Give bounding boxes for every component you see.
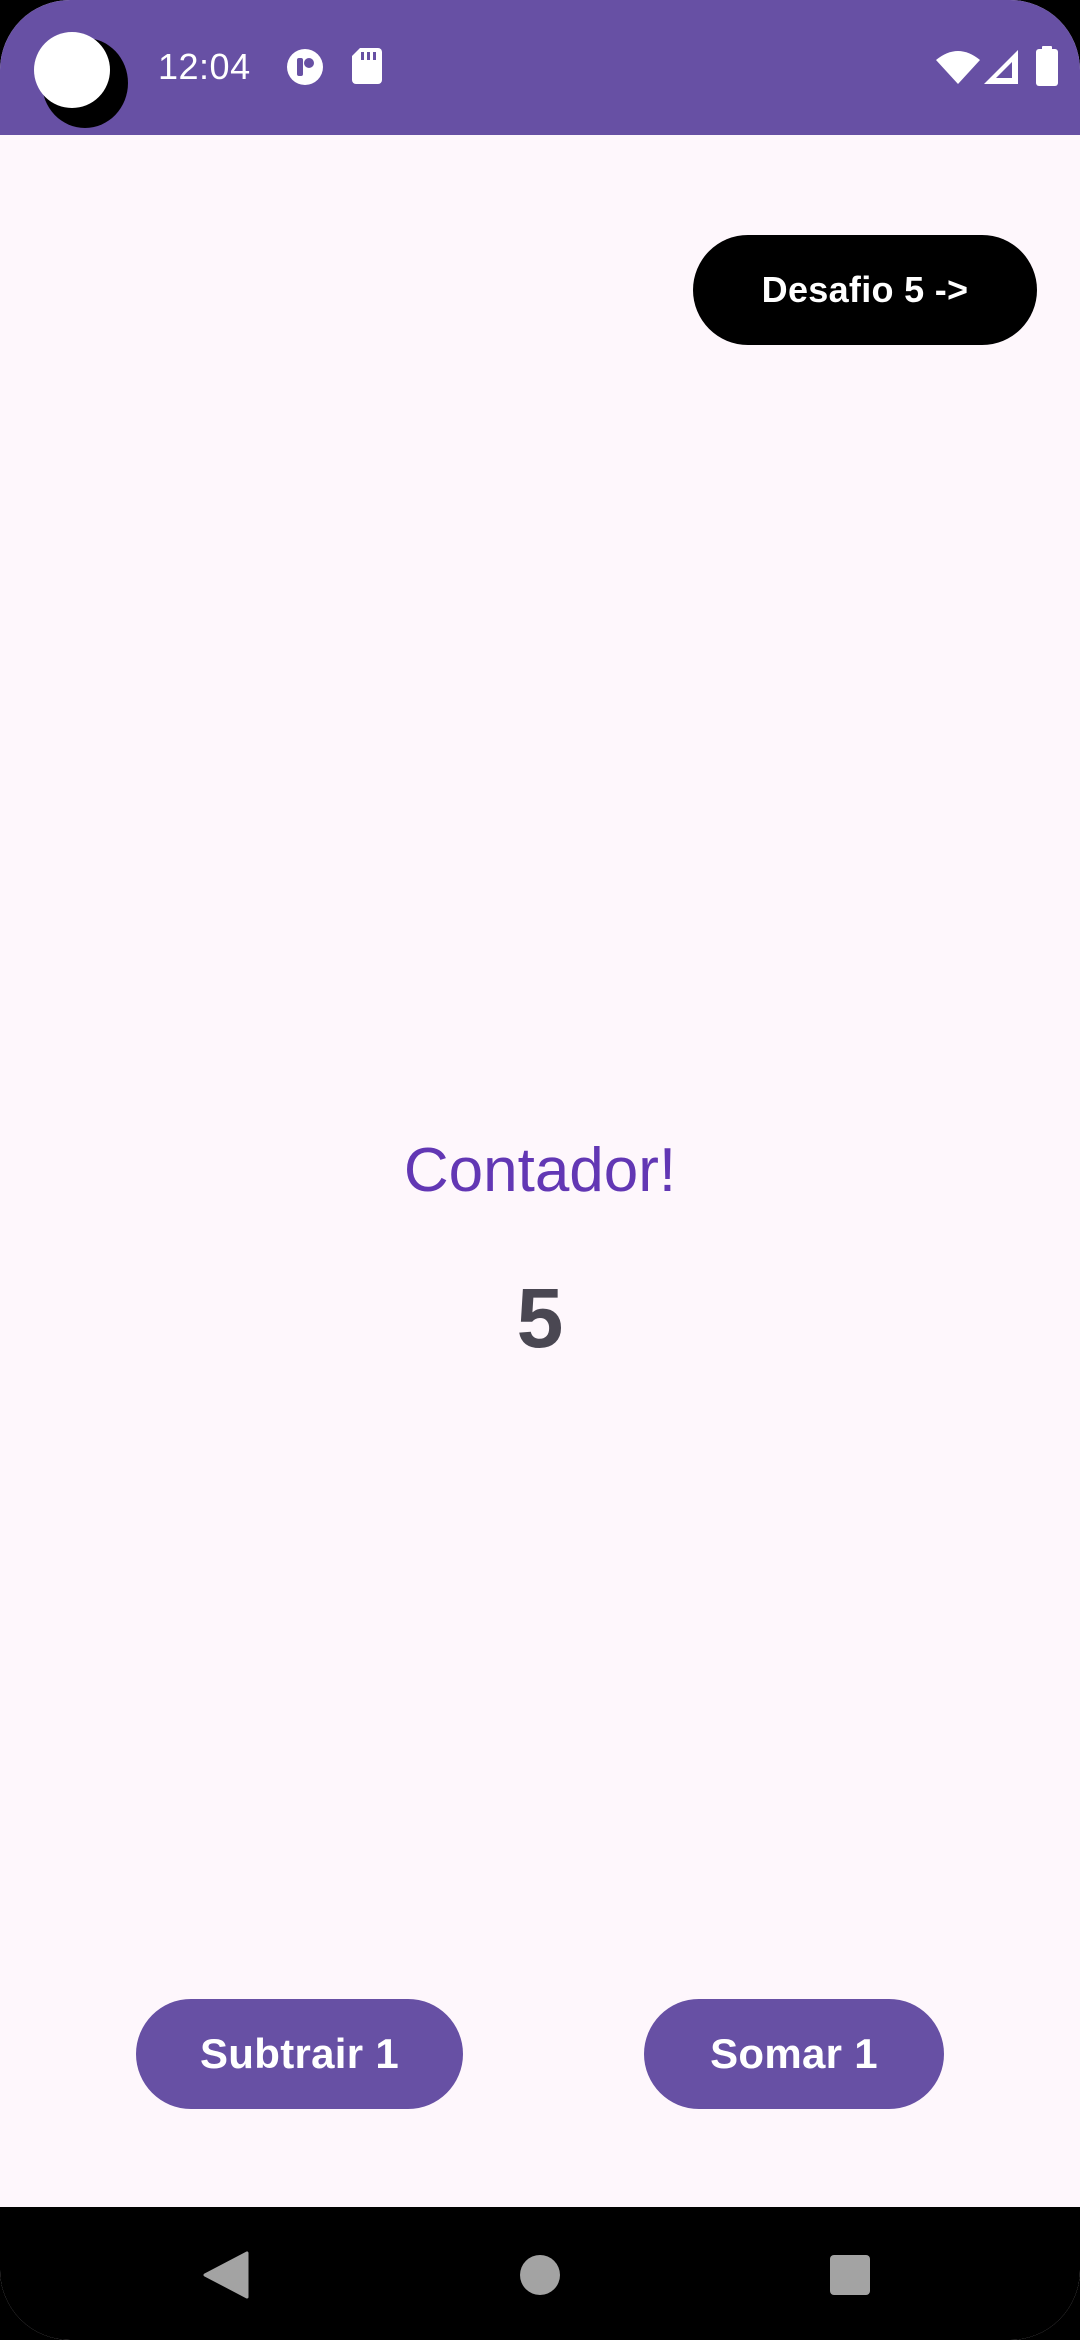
camera-cutout bbox=[34, 32, 110, 108]
battery-icon bbox=[1036, 46, 1058, 91]
challenge-button[interactable]: Desafio 5 -> bbox=[693, 235, 1037, 345]
cellular-signal-icon bbox=[984, 50, 1018, 89]
status-time: 12:04 bbox=[158, 46, 251, 87]
add-button[interactable]: Somar 1 bbox=[644, 1999, 944, 2109]
status-bar: 12:04 bbox=[0, 0, 1080, 135]
phone-screen: 12:04 Desafio 5 -> Contador! 5 Subtrair … bbox=[0, 0, 1080, 2340]
counter-title: Contador! bbox=[403, 1136, 677, 1205]
back-icon[interactable] bbox=[196, 2245, 256, 2305]
navigation-bar bbox=[0, 2207, 1080, 2340]
counter-value: 5 bbox=[516, 1271, 564, 1365]
sd-card-icon bbox=[352, 48, 382, 89]
main-content: Desafio 5 -> Contador! 5 Subtrair 1 Soma… bbox=[0, 135, 1080, 2207]
wifi-icon bbox=[936, 50, 980, 89]
notification-app-icon bbox=[286, 48, 324, 91]
home-icon[interactable] bbox=[510, 2245, 570, 2305]
subtract-button[interactable]: Subtrair 1 bbox=[136, 1999, 463, 2109]
recents-icon[interactable] bbox=[820, 2245, 880, 2305]
